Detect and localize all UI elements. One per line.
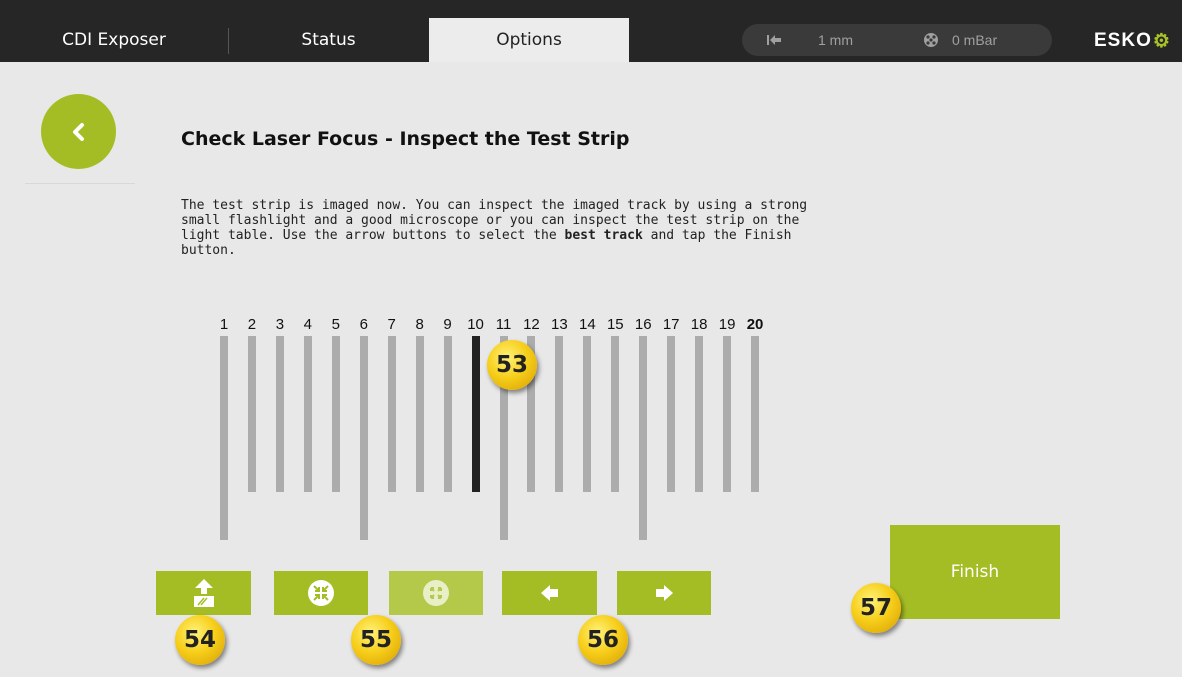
track-label: 2	[247, 316, 257, 333]
arrow-left-icon	[540, 585, 558, 601]
track-label: 5	[331, 316, 340, 333]
track-bar[interactable]	[639, 336, 648, 540]
previous-track-button[interactable]	[502, 571, 597, 615]
eject-strip-button[interactable]	[156, 571, 251, 615]
track-bar[interactable]	[723, 336, 732, 492]
focus-collapse-button[interactable]	[274, 571, 368, 615]
track-label: 20	[746, 316, 764, 333]
track-label: 3	[275, 316, 285, 333]
selected-track[interactable]	[471, 336, 480, 492]
track-bar[interactable]	[275, 336, 284, 492]
track-bar[interactable]	[359, 336, 368, 540]
track-bar[interactable]	[303, 336, 312, 492]
track-label: 16	[634, 316, 652, 333]
track-label: 1	[219, 316, 229, 333]
track-label: 8	[415, 316, 424, 333]
track-label: 19	[718, 316, 736, 333]
track-label: 13	[551, 316, 568, 333]
track-bar[interactable]	[247, 336, 256, 492]
track-label: 17	[662, 316, 680, 333]
track-label: 12	[523, 316, 540, 333]
track-label: 18	[690, 316, 708, 333]
track-bar[interactable]	[611, 336, 620, 492]
next-track-button[interactable]	[617, 571, 711, 615]
callout-55: 55	[351, 615, 401, 665]
track-label: 6	[359, 316, 368, 333]
track-label: 11	[495, 316, 512, 333]
track-bar[interactable]	[751, 336, 760, 492]
track-label: 7	[387, 316, 396, 333]
arrow-right-icon	[656, 585, 673, 601]
track-bar[interactable]	[583, 336, 592, 492]
focus-expand-button[interactable]	[389, 571, 483, 615]
track-bar[interactable]	[387, 336, 396, 492]
track-label: 10	[467, 316, 484, 333]
track-label: 15	[606, 316, 624, 333]
track-bar[interactable]	[695, 336, 704, 492]
track-bar[interactable]	[415, 336, 424, 492]
focus-collapse-icon	[308, 580, 334, 606]
callout-53: 53	[487, 340, 537, 390]
eject-strip-icon	[193, 579, 214, 607]
track-bar[interactable]	[667, 336, 676, 492]
callout-57: 57	[851, 583, 901, 633]
track-bar[interactable]	[555, 336, 564, 492]
focus-expand-icon	[423, 580, 449, 606]
track-bar[interactable]	[331, 336, 340, 492]
track-bar[interactable]	[443, 336, 452, 492]
callout-54: 54	[175, 615, 225, 665]
track-bar[interactable]	[220, 336, 228, 540]
track-label: 9	[443, 316, 452, 333]
track-label: 4	[303, 316, 313, 333]
finish-button[interactable]: Finish	[890, 525, 1060, 619]
callout-56: 56	[578, 615, 628, 665]
track-label: 14	[579, 316, 596, 333]
